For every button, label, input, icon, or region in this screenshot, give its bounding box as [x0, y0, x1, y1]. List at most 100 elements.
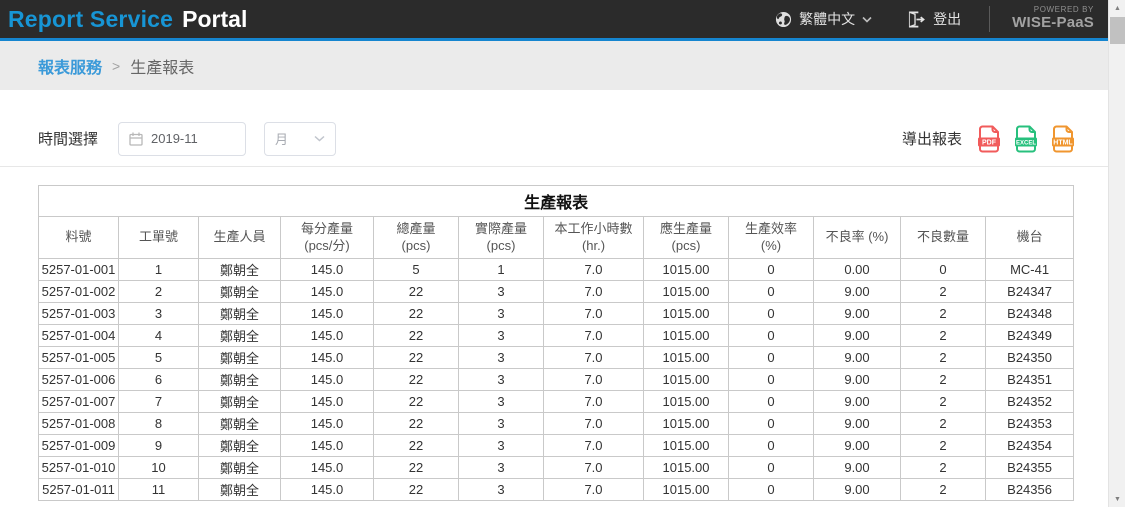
table-cell: 0.00 [814, 259, 901, 281]
table-cell: 1015.00 [644, 413, 729, 435]
table-cell: 145.0 [281, 479, 374, 501]
table-cell: B24350 [986, 347, 1074, 369]
column-header: 總產量(pcs) [374, 217, 459, 259]
table-cell: 9 [119, 435, 199, 457]
scrollbar-up-arrow[interactable]: ▲ [1109, 0, 1125, 16]
table-cell: 3 [459, 369, 544, 391]
table-cell: 22 [374, 347, 459, 369]
date-picker-value: 2019-11 [151, 131, 198, 146]
table-cell: 0 [729, 259, 814, 281]
table-cell: 145.0 [281, 281, 374, 303]
table-row: 5257-01-0066鄭朝全145.02237.01015.0009.002B… [39, 369, 1074, 391]
table-cell: 1015.00 [644, 391, 729, 413]
table-cell: 2 [901, 391, 986, 413]
column-header: 工單號 [119, 217, 199, 259]
app-brand: Report Service Portal [8, 6, 247, 33]
table-cell: 7.0 [544, 281, 644, 303]
table-cell: B24356 [986, 479, 1074, 501]
table-cell: 0 [901, 259, 986, 281]
table-row: 5257-01-0088鄭朝全145.02237.01015.0009.002B… [39, 413, 1074, 435]
top-bar: Report Service Portal 繁體中文 [0, 0, 1108, 41]
table-cell: 3 [459, 325, 544, 347]
table-cell: 7.0 [544, 303, 644, 325]
table-cell: 1015.00 [644, 435, 729, 457]
table-cell: 2 [901, 413, 986, 435]
globe-icon [775, 11, 792, 28]
table-cell: 鄭朝全 [199, 391, 281, 413]
date-picker-input[interactable]: 2019-11 [118, 122, 246, 156]
period-select-value: 月 [275, 129, 288, 148]
column-header: 應生產量(pcs) [644, 217, 729, 259]
table-cell: 鄭朝全 [199, 457, 281, 479]
language-label: 繁體中文 [799, 9, 855, 29]
table-cell: 鄭朝全 [199, 369, 281, 391]
table-cell: B24347 [986, 281, 1074, 303]
table-cell: 7.0 [544, 457, 644, 479]
table-cell: 10 [119, 457, 199, 479]
table-cell: 145.0 [281, 325, 374, 347]
production-report-table: 生產報表 料號工單號生產人員每分產量(pcs/分)總產量(pcs)實際產量(pc… [38, 185, 1074, 501]
breadcrumb-link-report-service[interactable]: 報表服務 [38, 54, 102, 78]
table-cell: 22 [374, 303, 459, 325]
table-cell: 9.00 [814, 413, 901, 435]
table-cell: 6 [119, 369, 199, 391]
table-row: 5257-01-0022鄭朝全145.02237.01015.0009.002B… [39, 281, 1074, 303]
table-cell: 1 [119, 259, 199, 281]
table-cell: 7.0 [544, 325, 644, 347]
table-cell: 2 [901, 369, 986, 391]
table-cell: 0 [729, 369, 814, 391]
table-cell: 0 [729, 391, 814, 413]
table-cell: 5 [374, 259, 459, 281]
table-cell: 3 [459, 303, 544, 325]
table-cell: 鄭朝全 [199, 259, 281, 281]
table-cell: 9.00 [814, 369, 901, 391]
table-cell: 2 [901, 325, 986, 347]
table-cell: 5257-01-002 [39, 281, 119, 303]
table-cell: 2 [901, 457, 986, 479]
html-export-button[interactable]: HTML [1048, 125, 1078, 153]
table-cell: 9.00 [814, 479, 901, 501]
table-cell: 2 [901, 303, 986, 325]
column-header: 生產人員 [199, 217, 281, 259]
export-group: 導出報表 PDFEXCELHTML [902, 125, 1078, 153]
language-selector[interactable]: 繁體中文 [775, 9, 872, 29]
table-cell: 22 [374, 281, 459, 303]
table-cell: B24352 [986, 391, 1074, 413]
column-header: 生產效率(%) [729, 217, 814, 259]
logout-button[interactable]: 登出 [906, 9, 961, 29]
table-cell: 1015.00 [644, 369, 729, 391]
column-header: 機台 [986, 217, 1074, 259]
table-cell: 3 [459, 435, 544, 457]
table-cell: 3 [459, 347, 544, 369]
table-cell: 鄭朝全 [199, 281, 281, 303]
breadcrumb: 報表服務 > 生產報表 [0, 41, 1108, 90]
export-buttons: PDFEXCEL HTML [974, 125, 1078, 153]
table-cell: 3 [459, 457, 544, 479]
vertical-scrollbar[interactable]: ▲ ▼ [1108, 0, 1125, 507]
column-header: 不良數量 [901, 217, 986, 259]
table-cell: 4 [119, 325, 199, 347]
table-cell: B24355 [986, 457, 1074, 479]
excel-export-button[interactable]: EXCEL [1011, 125, 1041, 153]
table-cell: 2 [901, 281, 986, 303]
table-cell: 11 [119, 479, 199, 501]
scrollbar-thumb[interactable] [1110, 17, 1125, 44]
table-cell: 鄭朝全 [199, 325, 281, 347]
table-row: 5257-01-0044鄭朝全145.02237.01015.0009.002B… [39, 325, 1074, 347]
scrollbar-down-arrow[interactable]: ▼ [1109, 491, 1125, 507]
table-cell: 5257-01-001 [39, 259, 119, 281]
table-cell: 22 [374, 413, 459, 435]
period-select[interactable]: 月 [264, 122, 336, 156]
table-cell: 0 [729, 479, 814, 501]
table-cell: 145.0 [281, 457, 374, 479]
table-cell: 5257-01-003 [39, 303, 119, 325]
table-cell: 3 [459, 391, 544, 413]
table-cell: B24354 [986, 435, 1074, 457]
svg-text:HTML: HTML [1053, 139, 1073, 146]
table-cell: 5257-01-010 [39, 457, 119, 479]
section-divider [0, 166, 1108, 167]
table-title-row: 生產報表 [39, 186, 1074, 217]
brand-secondary: Portal [182, 6, 247, 33]
pdf-export-button[interactable]: PDF [974, 125, 1004, 153]
table-cell: B24348 [986, 303, 1074, 325]
